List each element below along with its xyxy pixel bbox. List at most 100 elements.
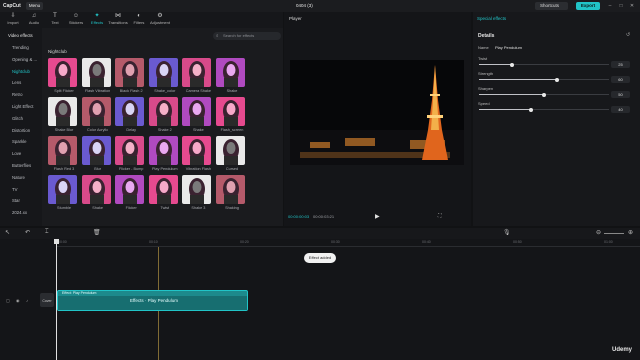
effect-thumbnail[interactable]: Shake 3 xyxy=(182,175,212,210)
search-input[interactable]: Search for effects xyxy=(213,32,281,40)
export-button[interactable]: Export xyxy=(576,2,600,10)
tab-transitions[interactable]: ⋈ Transitions xyxy=(107,12,129,28)
param-slider[interactable] xyxy=(479,107,609,112)
zoom-out-icon[interactable]: ⊖ xyxy=(596,229,601,236)
effect-thumbnail[interactable]: Shake xyxy=(216,58,245,93)
effect-name: Shake 3 xyxy=(191,206,206,210)
cover-button[interactable]: Cover xyxy=(40,293,54,307)
effect-name: Shake xyxy=(226,89,238,93)
category-item[interactable]: Glitch xyxy=(3,114,41,124)
zoom-in-icon[interactable]: ⊕ xyxy=(628,229,633,236)
category-item[interactable]: Love xyxy=(3,149,41,159)
slider-knob[interactable] xyxy=(555,77,559,82)
play-icon[interactable]: ▶ xyxy=(375,213,380,220)
shortcuts-button[interactable]: Shortcuts xyxy=(535,2,568,10)
tab-label: Audio xyxy=(28,20,40,25)
fullscreen-icon[interactable]: ⛶ xyxy=(438,213,442,219)
undo-icon[interactable]: ↶ xyxy=(25,229,30,236)
tab-effects[interactable]: ✦ Effects xyxy=(86,12,108,28)
category-item[interactable]: TV xyxy=(3,185,41,195)
effect-thumbnail[interactable]: Stumble xyxy=(48,175,77,210)
param-slider[interactable] xyxy=(479,77,609,82)
slider-knob[interactable] xyxy=(509,62,514,67)
effect-thumbnail[interactable]: Black Flash 2 xyxy=(115,58,145,93)
effect-thumbnail[interactable]: Split Flicker xyxy=(48,58,77,93)
zoom-slider[interactable] xyxy=(604,233,624,234)
tab-text[interactable]: T Text xyxy=(44,12,66,28)
effect-thumbnail[interactable]: Delay xyxy=(115,97,145,132)
param-value-input[interactable]: 25 xyxy=(611,61,630,68)
category-item[interactable]: Retro xyxy=(3,90,41,100)
menu-button[interactable]: Menu xyxy=(26,2,43,10)
effect-thumbnail[interactable]: Blur xyxy=(81,136,111,171)
playhead[interactable] xyxy=(56,239,57,360)
mic-icon[interactable]: 🎙 xyxy=(503,229,511,236)
tab-audio[interactable]: ♫ Audio xyxy=(23,12,45,28)
category-item[interactable]: Light Effect xyxy=(3,102,41,112)
category-item[interactable]: 2024.xx xyxy=(3,208,41,218)
effect-thumbnail[interactable]: Shaking xyxy=(216,175,245,210)
lock-icon[interactable]: ▢ xyxy=(6,298,10,303)
category-item[interactable]: Trending xyxy=(3,43,41,53)
mute-icon[interactable]: ♪ xyxy=(26,298,28,303)
import-icon: ⇩ xyxy=(10,13,16,19)
slider-knob[interactable] xyxy=(529,107,533,112)
tab-label: Stickers xyxy=(68,20,84,25)
effect-thumbnail[interactable]: Flash Red 3 xyxy=(48,136,77,171)
effect-thumbnail[interactable]: Flash Vibration xyxy=(81,58,111,93)
split-icon[interactable]: ⌶ xyxy=(45,229,49,236)
effect-thumbnail[interactable]: Play Pendulum xyxy=(148,136,178,171)
tab-label: Import xyxy=(7,20,19,25)
minimize-icon[interactable]: – xyxy=(606,2,614,10)
effect-thumbnail[interactable]: Shake xyxy=(81,175,111,210)
category-item[interactable]: Nature xyxy=(3,173,41,183)
effect-thumbnail[interactable]: Shake 2 xyxy=(148,97,178,132)
category-item[interactable]: Opening & ... xyxy=(3,55,41,65)
video-preview[interactable] xyxy=(290,60,464,165)
param-slider[interactable] xyxy=(479,92,609,97)
effect-thumbnail[interactable]: Flicker xyxy=(115,175,145,210)
effect-name: Cursed xyxy=(225,167,239,171)
category-item[interactable]: Star xyxy=(3,196,41,206)
effect-name: Flicker - Bump xyxy=(118,167,144,171)
select-tool-icon[interactable]: ↖ xyxy=(5,229,10,236)
stickers-icon: ☺ xyxy=(72,13,80,19)
maximize-icon[interactable]: □ xyxy=(617,2,625,10)
effect-thumbnail[interactable]: Twist xyxy=(148,175,178,210)
effect-thumbnail[interactable]: Shake xyxy=(182,97,212,132)
effect-preview-image xyxy=(48,58,77,87)
param-value-input[interactable]: 40 xyxy=(611,106,630,113)
slider-knob[interactable] xyxy=(542,92,546,97)
effect-thumbnail[interactable]: Flicker - Bump xyxy=(115,136,145,171)
category-item[interactable]: Butterflies xyxy=(3,161,41,171)
effect-thumbnail[interactable]: Color Acrylic xyxy=(81,97,111,132)
effect-thumbnail[interactable]: Flash_screen xyxy=(216,97,245,132)
effect-thumbnail[interactable]: Vibration Flash xyxy=(182,136,212,171)
effect-preview-image xyxy=(81,58,111,87)
effect-thumbnail[interactable]: Shake_color xyxy=(148,58,178,93)
tab-stickers[interactable]: ☺ Stickers xyxy=(65,12,87,28)
effect-thumbnail[interactable]: Shake Blur xyxy=(48,97,77,132)
playhead-handle[interactable] xyxy=(54,239,59,244)
param-value-input[interactable]: 60 xyxy=(611,76,630,83)
tab-import[interactable]: ⇩ Import xyxy=(2,12,24,28)
effect-name: Twist xyxy=(160,206,170,210)
tab-adjustment[interactable]: ⚙ Adjustment xyxy=(149,12,171,28)
category-item[interactable]: Lens xyxy=(3,78,41,88)
category-header[interactable]: Video effects xyxy=(3,31,41,41)
param-value-input[interactable]: 50 xyxy=(611,91,630,98)
effect-name: Delay xyxy=(126,128,137,132)
category-item[interactable]: Nightclub xyxy=(3,67,41,77)
category-item[interactable]: Sparkle xyxy=(3,137,41,147)
tab-label: Effects xyxy=(90,20,104,25)
eye-icon[interactable]: ◉ xyxy=(16,298,20,303)
param-slider[interactable] xyxy=(479,62,609,67)
tab-filters[interactable]: ◐ Filters xyxy=(128,12,150,28)
delete-icon[interactable]: 🗑 xyxy=(93,229,101,236)
reset-icon[interactable]: ↺ xyxy=(626,32,630,38)
category-item[interactable]: Distortion xyxy=(3,126,41,136)
close-icon[interactable]: ✕ xyxy=(628,2,636,10)
time-ruler[interactable] xyxy=(56,239,640,247)
effect-thumbnail[interactable]: Cursed xyxy=(216,136,245,171)
effect-thumbnail[interactable]: Camera Shake xyxy=(182,58,212,93)
